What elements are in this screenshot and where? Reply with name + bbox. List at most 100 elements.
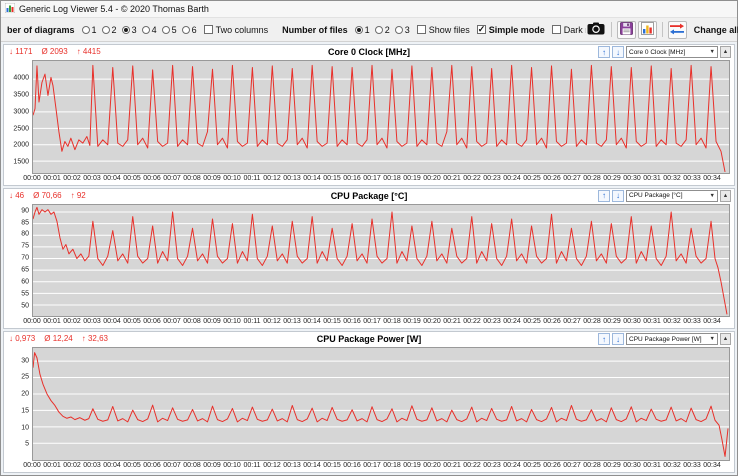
checkbox-checked-icon xyxy=(476,24,486,35)
y-tick-label: 90 xyxy=(21,207,29,215)
bar-chart-icon xyxy=(640,22,654,37)
x-tick-label: 00:25 xyxy=(523,174,541,182)
channel-up-button[interactable]: ↑ xyxy=(598,189,610,202)
radio-icon xyxy=(161,25,170,34)
x-tick-label: 00:29 xyxy=(603,462,621,470)
diagrams-radio-1[interactable]: 1 xyxy=(77,25,97,35)
x-tick-label: 00:13 xyxy=(283,318,301,326)
collapse-button[interactable]: ▲ xyxy=(720,333,731,346)
floppy-save-icon xyxy=(619,22,633,37)
x-tick-label: 00:13 xyxy=(283,462,301,470)
files-radio-3[interactable]: 3 xyxy=(390,25,410,35)
y-tick-label: 2500 xyxy=(13,125,29,133)
two-columns-checkbox[interactable]: Two columns xyxy=(197,25,268,35)
diagram-settings-button[interactable] xyxy=(637,20,657,39)
channel-select[interactable]: CPU Package Power [W] ▼ xyxy=(626,333,718,346)
y-tick-label: 25 xyxy=(21,373,29,381)
x-tick-label: 00:02 xyxy=(63,174,81,182)
stat-max: ↑ 32,63 xyxy=(81,334,108,344)
change-all-label: Change all xyxy=(693,24,738,35)
files-radio-2[interactable]: 2 xyxy=(370,25,390,35)
x-tick-label: 00:09 xyxy=(203,174,221,182)
y-tick-label: 20 xyxy=(21,390,29,398)
x-tick-label: 00:15 xyxy=(323,174,341,182)
dark-mode-checkbox[interactable]: Dark mode xyxy=(545,25,586,35)
channel-down-button[interactable]: ↓ xyxy=(612,189,624,202)
channel-select[interactable]: CPU Package [°C] ▼ xyxy=(626,189,718,202)
files-radio-1[interactable]: 1 xyxy=(350,25,370,35)
y-tick-label: 75 xyxy=(21,242,29,250)
x-tick-label: 00:05 xyxy=(123,174,141,182)
diagrams-radio-4[interactable]: 4 xyxy=(137,25,157,35)
compare-button[interactable] xyxy=(667,20,687,39)
x-tick-label: 00:15 xyxy=(323,462,341,470)
x-axis: 00:00 00:01 00:02 00:03 00:04 00:05 00:06 00:07… xyxy=(23,461,730,472)
stat-max: ↑ 92 xyxy=(70,190,86,200)
x-tick-label: 00:03 xyxy=(83,174,101,182)
x-tick-label: 00:01 xyxy=(43,318,61,326)
collapse-button[interactable]: ▲ xyxy=(720,46,731,58)
y-tick-label: 4000 xyxy=(13,74,29,82)
plot-area[interactable] xyxy=(32,347,730,462)
y-tick-label: 5 xyxy=(25,440,29,448)
diagrams-radio-5[interactable]: 5 xyxy=(157,25,177,35)
x-tick-label: 00:03 xyxy=(83,318,101,326)
chart-stats: ↓ 0,973 Ø 12,24 ↑ 32,63 xyxy=(9,334,108,343)
collapse-icon: ▲ xyxy=(722,49,729,55)
show-files-checkbox[interactable]: Show files xyxy=(410,25,470,35)
x-tick-label: 00:22 xyxy=(463,318,481,326)
x-tick-label: 00:33 xyxy=(683,318,701,326)
stat-min: ↓ 46 xyxy=(9,190,25,200)
x-tick-label: 00:22 xyxy=(463,462,481,470)
x-tick-label: 00:05 xyxy=(123,462,141,470)
x-tick-label: 00:08 xyxy=(183,174,201,182)
channel-down-button[interactable]: ↓ xyxy=(612,333,624,346)
plot-row: 5 10 15 20 25 30 xyxy=(4,347,734,462)
camera-icon xyxy=(587,22,605,37)
compare-arrows-icon xyxy=(669,23,685,37)
x-tick-label: 00:03 xyxy=(83,462,101,470)
x-axis: 00:00 00:01 00:02 00:03 00:04 00:05 00:06 00:07… xyxy=(23,174,730,185)
channel-select[interactable]: Core 0 Clock [MHz] ▼ xyxy=(626,46,718,58)
x-tick-label: 00:26 xyxy=(543,318,561,326)
x-tick-label: 00:15 xyxy=(323,318,341,326)
line-chart xyxy=(33,348,729,460)
channel-up-button[interactable]: ↑ xyxy=(598,46,610,58)
plot-row: 1500 2000 2500 3000 3500 4000 xyxy=(4,60,734,174)
x-tick-label: 00:20 xyxy=(423,174,441,182)
x-tick-label: 00:21 xyxy=(443,318,461,326)
x-tick-label: 00:17 xyxy=(363,318,381,326)
x-tick-label: 00:06 xyxy=(143,318,161,326)
checkbox-icon xyxy=(551,25,561,34)
channel-up-button[interactable]: ↑ xyxy=(598,333,610,346)
chart-stats: ↓ 1171 Ø 2093 ↑ 4415 xyxy=(9,47,101,56)
down-arrow-icon: ↓ xyxy=(616,47,620,57)
x-tick-label: 00:25 xyxy=(523,462,541,470)
x-tick-label: 00:27 xyxy=(563,318,581,326)
x-tick-label: 00:28 xyxy=(583,318,601,326)
x-tick-label: 00:32 xyxy=(663,174,681,182)
x-tick-label: 00:04 xyxy=(103,462,121,470)
x-tick-label: 00:21 xyxy=(443,174,461,182)
x-tick-label: 00:32 xyxy=(663,462,681,470)
screenshot-button[interactable] xyxy=(586,20,606,39)
diagrams-radio-6[interactable]: 6 xyxy=(177,25,197,35)
x-tick-label: 00:32 xyxy=(663,318,681,326)
x-tick-label: 00:19 xyxy=(403,174,421,182)
x-tick-label: 00:00 xyxy=(23,462,41,470)
x-tick-label: 00:29 xyxy=(603,174,621,182)
diagrams-radio-2[interactable]: 2 xyxy=(97,25,117,35)
radio-icon xyxy=(181,25,190,34)
diagrams-radio-3[interactable]: 3 xyxy=(117,25,137,35)
collapse-button[interactable]: ▲ xyxy=(720,189,731,202)
chevron-down-icon: ▼ xyxy=(709,192,715,199)
simple-mode-checkbox[interactable]: Simple mode xyxy=(470,24,545,35)
x-tick-label: 00:18 xyxy=(383,318,401,326)
channel-down-button[interactable]: ↓ xyxy=(612,46,624,58)
down-arrow-icon: ↓ xyxy=(616,191,620,201)
plot-area[interactable] xyxy=(32,60,730,174)
save-button[interactable] xyxy=(616,20,636,39)
plot-area[interactable] xyxy=(32,203,730,318)
x-tick-label: 00:12 xyxy=(263,318,281,326)
x-tick-label: 00:18 xyxy=(383,462,401,470)
